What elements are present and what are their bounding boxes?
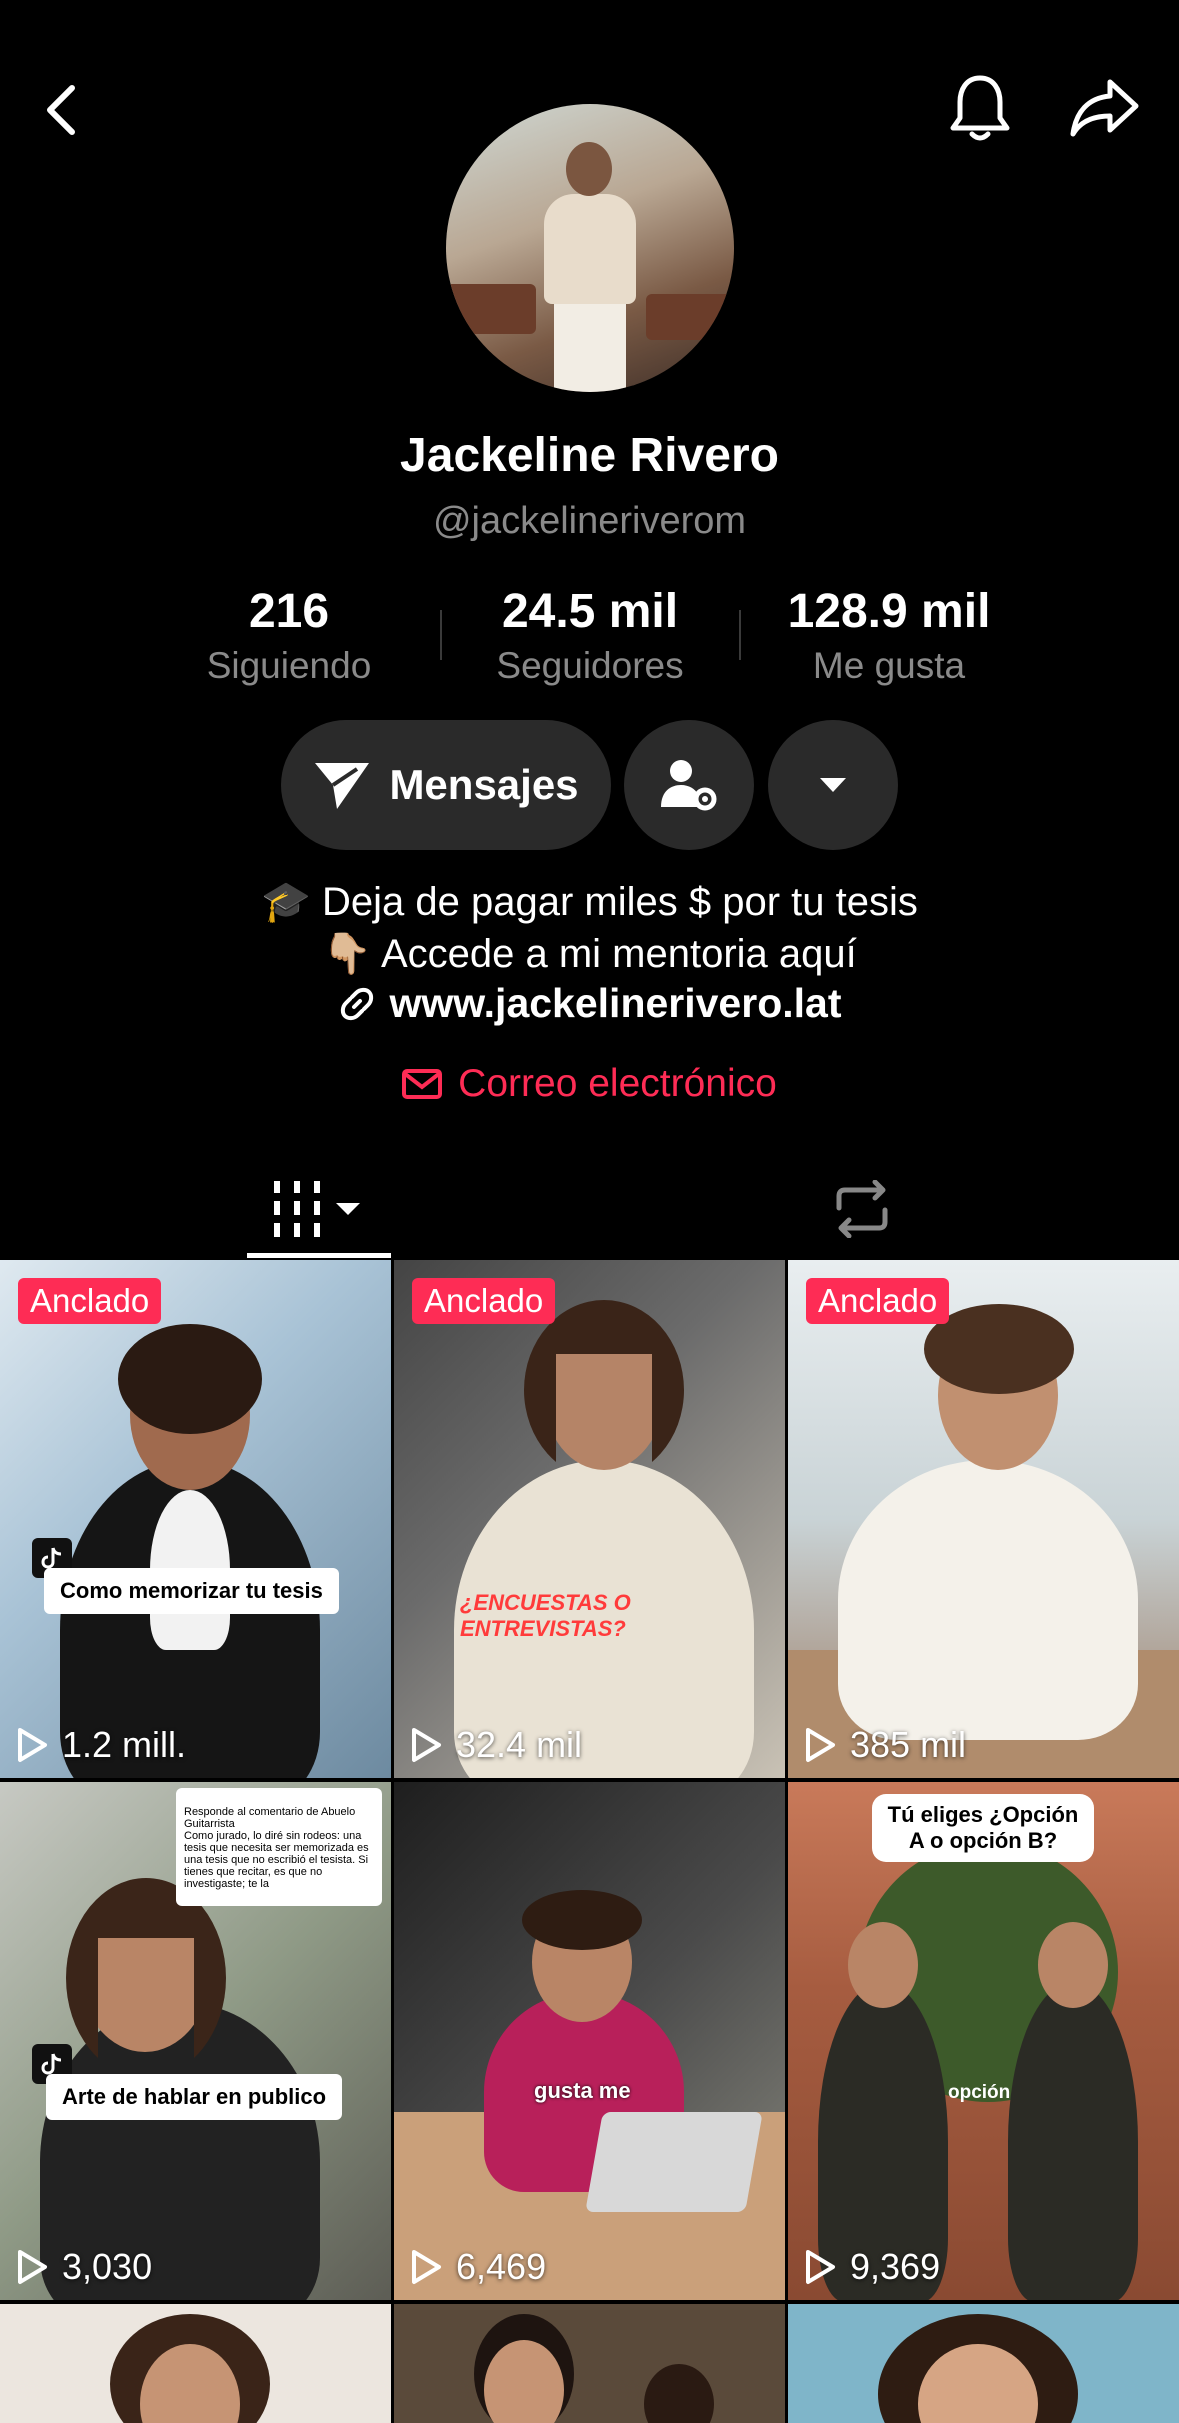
video-thumbnail[interactable]: Responde al comentario de Abuelo Guitarr… (0, 1782, 391, 2300)
video-thumbnail[interactable]: gusta me 6,469 (394, 1782, 785, 2300)
website-link-text: www.jackelinerivero.lat (389, 980, 842, 1026)
video-thumbnail[interactable]: Tú eliges ¿Opción A o opción B? opción 9… (788, 1782, 1179, 2300)
stat-label: Seguidores (496, 645, 684, 686)
video-caption: Tú eliges ¿Opción A o opción B? (872, 1794, 1094, 1862)
stat-label: Siguiendo (206, 645, 372, 686)
video-caption: Arte de hablar en publico (46, 2074, 343, 2120)
view-count-text: 3,030 (62, 2246, 153, 2287)
divider (739, 610, 741, 660)
divider (440, 610, 442, 660)
tab-reposts[interactable] (790, 1160, 934, 1258)
stat-value: 128.9 mil (787, 585, 991, 638)
stat-following[interactable]: 216 Siguiendo (149, 584, 429, 687)
bell-icon (950, 75, 1010, 141)
stat-label: Me gusta (812, 645, 966, 686)
video-caption: gusta me (534, 2078, 631, 2103)
video-thumbnail[interactable] (788, 2304, 1179, 2423)
action-buttons: Mensajes (0, 720, 1179, 850)
video-thumbnail[interactable]: Anclado ¿ENCUESTAS O ENTREVISTAS? 32.4 m… (394, 1260, 785, 1778)
send-icon (315, 763, 370, 809)
user-settings-button[interactable] (624, 720, 754, 850)
view-count-text: 32.4 mil (456, 1724, 583, 1765)
view-count-text: 6,469 (456, 2246, 547, 2287)
play-icon (18, 2250, 47, 2284)
message-button-label: Mensajes (389, 761, 579, 808)
tab-videos[interactable] (247, 1160, 391, 1258)
repost-icon (836, 1180, 888, 1238)
back-button[interactable] (30, 70, 90, 150)
stat-value: 216 (248, 585, 330, 638)
video-thumbnail[interactable]: Anclado 385 mil (788, 1260, 1179, 1778)
email-label: Correo electrónico (458, 1062, 777, 1105)
view-count: 3,030 (16, 2246, 152, 2288)
video-thumbnail[interactable]: Anclado Como memorizar tu tesis 1.2 mill… (0, 1260, 391, 1778)
video-thumbnail[interactable] (394, 2304, 785, 2423)
play-icon (412, 2250, 441, 2284)
stat-value: 24.5 mil (501, 585, 679, 638)
more-dropdown-button[interactable] (768, 720, 898, 850)
play-icon (412, 1728, 441, 1762)
stat-likes[interactable]: 128.9 mil Me gusta (749, 584, 1029, 687)
mail-icon (402, 1069, 443, 1099)
message-button[interactable]: Mensajes (281, 720, 611, 850)
stat-followers[interactable]: 24.5 mil Seguidores (450, 584, 730, 687)
view-count: 1.2 mill. (16, 1724, 186, 1766)
email-button[interactable]: Correo electrónico (0, 1062, 1179, 1106)
view-count: 32.4 mil (410, 1724, 582, 1766)
website-link[interactable]: www.jackelinerivero.lat (0, 980, 1179, 1027)
video-caption: Como memorizar tu tesis (44, 1568, 339, 1614)
video-grid: Anclado Como memorizar tu tesis 1.2 mill… (0, 1260, 1179, 2423)
view-count: 6,469 (410, 2246, 546, 2288)
pinned-badge: Anclado (18, 1278, 162, 1324)
video-thumbnail[interactable] (0, 2304, 391, 2423)
stats-row: 216 Siguiendo 24.5 mil Seguidores 128.9 … (0, 584, 1179, 694)
view-count: 385 mil (804, 1724, 966, 1766)
user-settings-icon (661, 760, 717, 811)
back-icon (47, 85, 75, 135)
notifications-button[interactable] (940, 68, 1020, 148)
avatar[interactable] (446, 104, 734, 392)
pinned-badge: Anclado (412, 1278, 556, 1324)
profile-handle: @jackelineriverom (432, 500, 747, 542)
comment-text: Responde al comentario de Abuelo Guitarr… (184, 1806, 369, 1890)
bio-line: 🎓 Deja de pagar miles $ por tu tesis (261, 880, 918, 924)
play-icon (18, 1728, 47, 1762)
profile-name: Jackeline Rivero (400, 429, 779, 482)
bio-line: 👇🏼 Accede a mi mentoria aquí (322, 932, 857, 976)
video-subcaption: opción (948, 2082, 1011, 2103)
pinned-badge: Anclado (806, 1278, 950, 1324)
play-icon (806, 1728, 835, 1762)
view-count-text: 385 mil (850, 1724, 967, 1765)
comment-bubble: Responde al comentario de Abuelo Guitarr… (176, 1788, 382, 1906)
view-count: 9,369 (804, 2246, 940, 2288)
play-icon (806, 2250, 835, 2284)
content-tabs (0, 1160, 1179, 1258)
link-icon (340, 987, 373, 1020)
video-caption: ¿ENCUESTAS O ENTREVISTAS? (460, 1590, 631, 1641)
videos-grid-icon (274, 1181, 360, 1237)
share-icon (1070, 79, 1139, 137)
bio: 🎓 Deja de pagar miles $ por tu tesis 👇🏼 … (0, 876, 1179, 980)
chevron-down-icon (820, 778, 846, 792)
view-count-text: 9,369 (850, 2246, 941, 2287)
active-tab-indicator (247, 1253, 391, 1258)
view-count-text: 1.2 mill. (62, 1724, 187, 1765)
share-button[interactable] (1060, 68, 1150, 148)
